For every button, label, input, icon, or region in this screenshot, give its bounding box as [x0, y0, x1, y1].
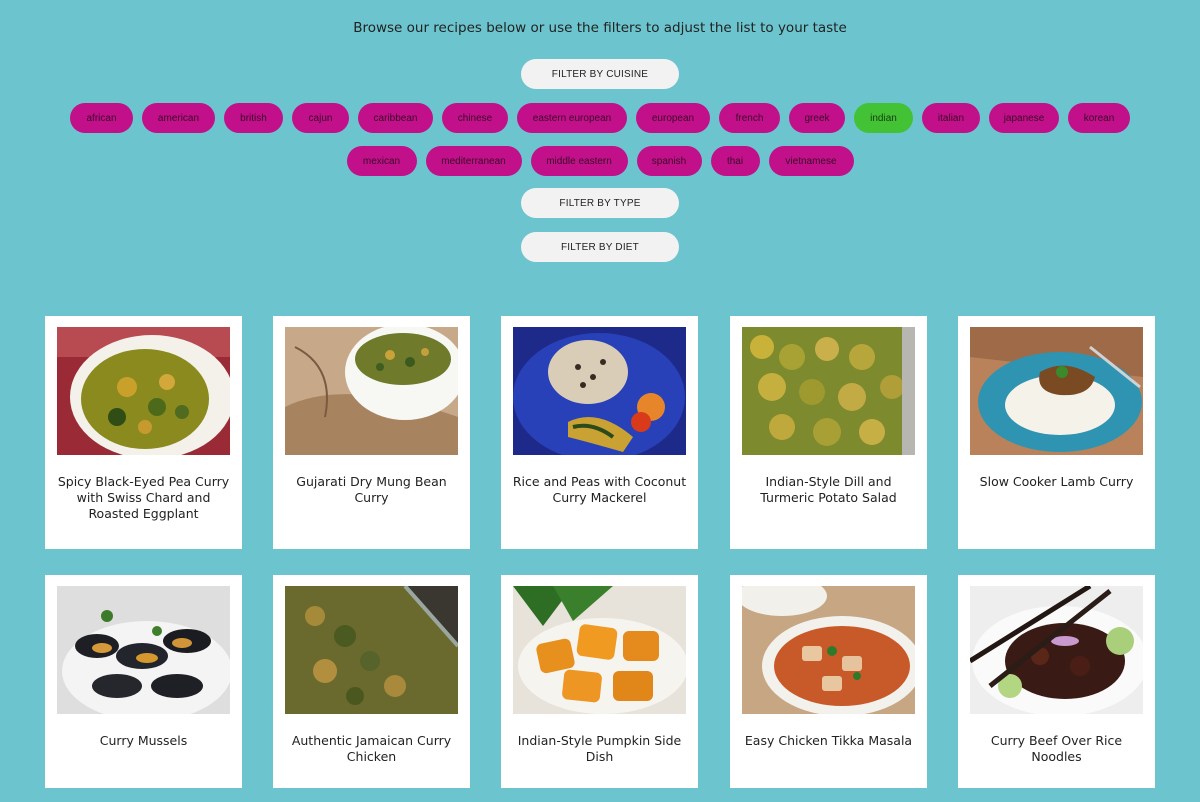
recipe-image[interactable] — [285, 327, 458, 455]
recipe-image[interactable] — [57, 586, 230, 714]
recipe-image[interactable] — [742, 586, 915, 714]
chip-caribbean[interactable]: caribbean — [358, 103, 433, 133]
recipe-image[interactable] — [513, 327, 686, 455]
recipe-title[interactable]: Slow Cooker Lamb Curry — [966, 474, 1147, 490]
recipe-title[interactable]: Rice and Peas with Coconut Curry Mackere… — [509, 474, 690, 506]
chip-cajun[interactable]: cajun — [292, 103, 349, 133]
chip-spanish[interactable]: spanish — [636, 146, 702, 176]
recipe-card[interactable]: Authentic Jamaican Curry Chicken — [273, 575, 470, 788]
recipe-image[interactable] — [970, 586, 1143, 714]
recipe-card[interactable]: Curry Beef Over Rice Noodles — [958, 575, 1155, 788]
chip-chinese[interactable]: chinese — [442, 103, 508, 133]
intro-text: Browse our recipes below or use the filt… — [353, 20, 847, 36]
chip-american[interactable]: american — [142, 103, 215, 133]
cuisine-chips-row-1: african american british cajun caribbean… — [0, 103, 1200, 133]
cuisine-chips-row-2: mexican mediterranean middle eastern spa… — [0, 146, 1200, 176]
recipe-image[interactable] — [970, 327, 1143, 455]
recipe-title[interactable]: Spicy Black-Eyed Pea Curry with Swiss Ch… — [53, 474, 234, 522]
chip-mexican[interactable]: mexican — [346, 146, 417, 176]
recipe-title[interactable]: Easy Chicken Tikka Masala — [738, 733, 919, 749]
chip-thai[interactable]: thai — [710, 146, 760, 176]
recipe-card[interactable]: Indian-Style Dill and Turmeric Potato Sa… — [730, 316, 927, 549]
recipe-title[interactable]: Curry Beef Over Rice Noodles — [966, 733, 1147, 765]
recipe-card[interactable]: Spicy Black-Eyed Pea Curry with Swiss Ch… — [45, 316, 242, 549]
recipe-card[interactable]: Slow Cooker Lamb Curry — [958, 316, 1155, 549]
chip-european[interactable]: european — [636, 103, 710, 133]
chip-japanese[interactable]: japanese — [989, 103, 1059, 133]
chip-greek[interactable]: greek — [789, 103, 845, 133]
filter-by-cuisine-button[interactable]: FILTER BY CUISINE — [521, 59, 679, 89]
recipe-card[interactable]: Easy Chicken Tikka Masala — [730, 575, 927, 788]
recipe-title[interactable]: Authentic Jamaican Curry Chicken — [281, 733, 462, 765]
chip-eastern-european[interactable]: eastern european — [517, 103, 627, 133]
recipe-card[interactable]: Indian-Style Pumpkin Side Dish — [501, 575, 698, 788]
chip-middle-eastern[interactable]: middle eastern — [530, 146, 628, 176]
recipe-title[interactable]: Indian-Style Pumpkin Side Dish — [509, 733, 690, 765]
recipe-card[interactable]: Rice and Peas with Coconut Curry Mackere… — [501, 316, 698, 549]
filter-by-type-button[interactable]: FILTER BY TYPE — [521, 188, 679, 218]
chip-african[interactable]: african — [70, 103, 133, 133]
chip-korean[interactable]: korean — [1068, 103, 1130, 133]
chip-mediterranean[interactable]: mediterranean — [425, 146, 522, 176]
recipe-title[interactable]: Gujarati Dry Mung Bean Curry — [281, 474, 462, 506]
recipe-image[interactable] — [285, 586, 458, 714]
filter-by-diet-button[interactable]: FILTER BY DIET — [521, 232, 679, 262]
recipe-image[interactable] — [742, 327, 915, 455]
recipe-title[interactable]: Indian-Style Dill and Turmeric Potato Sa… — [738, 474, 919, 506]
chip-vietnamese[interactable]: vietnamese — [768, 146, 854, 176]
chip-french[interactable]: french — [719, 103, 780, 133]
chip-british[interactable]: british — [224, 103, 283, 133]
recipe-image[interactable] — [57, 327, 230, 455]
recipe-image[interactable] — [513, 586, 686, 714]
recipe-title[interactable]: Curry Mussels — [53, 733, 234, 749]
chip-indian[interactable]: indian — [854, 103, 913, 133]
recipe-card[interactable]: Gujarati Dry Mung Bean Curry — [273, 316, 470, 549]
chip-italian[interactable]: italian — [922, 103, 980, 133]
recipe-card[interactable]: Curry Mussels — [45, 575, 242, 788]
